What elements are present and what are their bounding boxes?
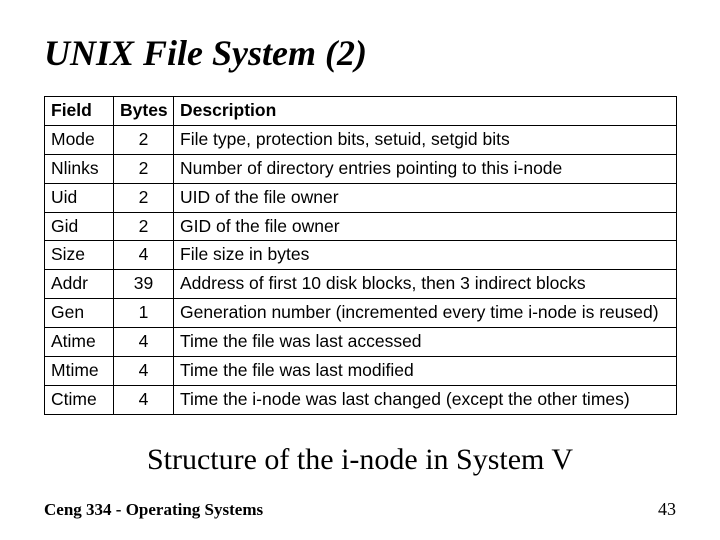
cell-desc: Time the file was last accessed: [174, 328, 677, 357]
table-row: Atime 4 Time the file was last accessed: [45, 328, 677, 357]
cell-field: Atime: [45, 328, 114, 357]
footer: Ceng 334 - Operating Systems 43: [44, 500, 676, 520]
cell-desc: Time the i-node was last changed (except…: [174, 385, 677, 414]
cell-bytes: 2: [114, 125, 174, 154]
col-header-desc: Description: [174, 97, 677, 126]
table-row: Gid 2 GID of the file owner: [45, 212, 677, 241]
cell-desc: GID of the file owner: [174, 212, 677, 241]
table-row: Mtime 4 Time the file was last modified: [45, 356, 677, 385]
course-label: Ceng 334 - Operating Systems: [44, 500, 263, 519]
cell-field: Nlinks: [45, 154, 114, 183]
table-row: Nlinks 2 Number of directory entries poi…: [45, 154, 677, 183]
cell-field: Size: [45, 241, 114, 270]
cell-field: Uid: [45, 183, 114, 212]
inode-table: Field Bytes Description Mode 2 File type…: [44, 96, 677, 415]
cell-bytes: 4: [114, 241, 174, 270]
table-row: Mode 2 File type, protection bits, setui…: [45, 125, 677, 154]
cell-bytes: 4: [114, 328, 174, 357]
cell-desc: Time the file was last modified: [174, 356, 677, 385]
page-number: 43: [658, 499, 676, 520]
cell-desc: Number of directory entries pointing to …: [174, 154, 677, 183]
col-header-bytes: Bytes: [114, 97, 174, 126]
slide: UNIX File System (2) Field Bytes Descrip…: [0, 0, 720, 540]
col-header-field: Field: [45, 97, 114, 126]
table-row: Uid 2 UID of the file owner: [45, 183, 677, 212]
table-header-row: Field Bytes Description: [45, 97, 677, 126]
cell-bytes: 1: [114, 299, 174, 328]
table-row: Addr 39 Address of first 10 disk blocks,…: [45, 270, 677, 299]
cell-bytes: 2: [114, 183, 174, 212]
cell-field: Addr: [45, 270, 114, 299]
table-row: Ctime 4 Time the i-node was last changed…: [45, 385, 677, 414]
page-title: UNIX File System (2): [44, 32, 676, 74]
cell-bytes: 2: [114, 212, 174, 241]
table-row: Gen 1 Generation number (incremented eve…: [45, 299, 677, 328]
cell-field: Gid: [45, 212, 114, 241]
cell-field: Mtime: [45, 356, 114, 385]
cell-desc: File type, protection bits, setuid, setg…: [174, 125, 677, 154]
table-row: Size 4 File size in bytes: [45, 241, 677, 270]
cell-desc: Generation number (incremented every tim…: [174, 299, 677, 328]
cell-desc: File size in bytes: [174, 241, 677, 270]
cell-bytes: 39: [114, 270, 174, 299]
cell-field: Mode: [45, 125, 114, 154]
caption: Structure of the i-node in System V: [44, 443, 676, 477]
cell-bytes: 4: [114, 356, 174, 385]
cell-field: Gen: [45, 299, 114, 328]
cell-field: Ctime: [45, 385, 114, 414]
cell-bytes: 2: [114, 154, 174, 183]
cell-desc: Address of first 10 disk blocks, then 3 …: [174, 270, 677, 299]
cell-desc: UID of the file owner: [174, 183, 677, 212]
cell-bytes: 4: [114, 385, 174, 414]
